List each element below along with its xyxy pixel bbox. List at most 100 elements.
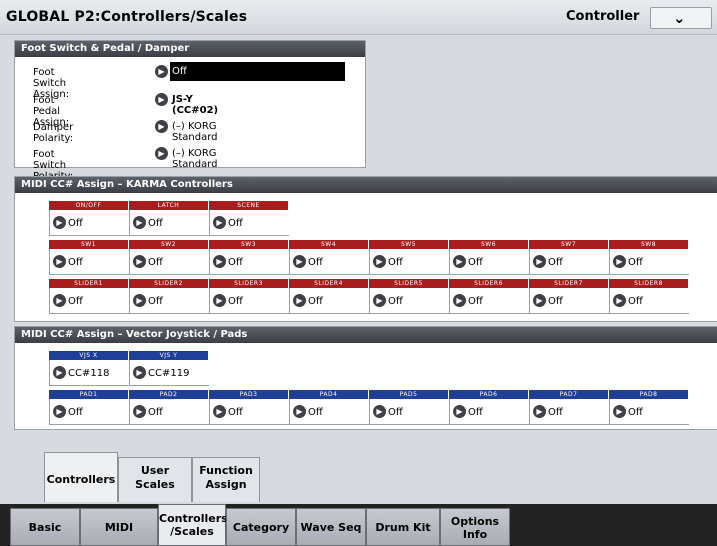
assign-cell[interactable]: ▶ Off <box>369 399 449 425</box>
popup-arrow-icon[interactable]: ▶ <box>373 405 386 418</box>
assign-cell[interactable]: ▶ Off <box>609 249 689 275</box>
assign-cell[interactable]: ▶ Off <box>129 210 209 236</box>
assign-cell[interactable]: ▶ Off <box>209 249 289 275</box>
assign-cell[interactable]: ▶ Off <box>529 288 609 314</box>
assign-value: Off <box>468 407 483 418</box>
popup-arrow-icon[interactable]: ▶ <box>53 366 66 379</box>
popup-arrow-icon[interactable]: ▶ <box>213 216 226 229</box>
assign-cell[interactable]: ▶ Off <box>129 399 209 425</box>
assign-cell[interactable]: ▶ Off <box>609 288 689 314</box>
popup-arrow-icon[interactable]: ▶ <box>133 294 146 307</box>
column-header: PAD6 <box>449 390 528 399</box>
column-header: SW5 <box>369 240 448 249</box>
foot-switch-polarity-value[interactable]: (–) KORG Standard <box>172 148 218 170</box>
assign-cell[interactable]: ▶ Off <box>129 249 209 275</box>
subtab-user-scales[interactable]: User Scales <box>118 457 192 502</box>
assign-cell[interactable]: ▶ CC#119 <box>129 360 209 386</box>
assign-value: Off <box>148 218 163 229</box>
popup-arrow-icon[interactable]: ▶ <box>293 255 306 268</box>
popup-arrow-icon[interactable]: ▶ <box>133 405 146 418</box>
assign-cell[interactable]: ▶ Off <box>449 288 529 314</box>
assign-cell[interactable]: ▶ Off <box>129 288 209 314</box>
column-header: PAD4 <box>289 390 368 399</box>
foot-switch-assign-value[interactable]: Off <box>170 62 345 81</box>
assign-cell[interactable]: ▶ Off <box>529 399 609 425</box>
column-header: VJS X <box>49 351 128 360</box>
popup-arrow-icon[interactable]: ▶ <box>53 216 66 229</box>
assign-value: Off <box>548 407 563 418</box>
popup-arrow-icon[interactable]: ▶ <box>133 366 146 379</box>
assign-cell[interactable]: ▶ Off <box>369 249 449 275</box>
page-menu-button[interactable]: ⌄ <box>650 7 712 29</box>
popup-arrow-icon[interactable]: ▶ <box>533 405 546 418</box>
popup-arrow-icon[interactable]: ▶ <box>613 294 626 307</box>
popup-arrow-icon[interactable]: ▶ <box>155 93 168 106</box>
assign-cell[interactable]: ▶ Off <box>289 288 369 314</box>
tab-category[interactable]: Category <box>226 508 296 546</box>
assign-value: Off <box>468 296 483 307</box>
tab-basic[interactable]: Basic <box>10 508 80 546</box>
column-header: SLIDER5 <box>369 279 448 288</box>
popup-arrow-icon[interactable]: ▶ <box>155 120 168 133</box>
assign-value: Off <box>308 296 323 307</box>
foot-pedal-assign-value[interactable]: JS-Y (CC#02) <box>172 94 218 116</box>
column-header: SW7 <box>529 240 608 249</box>
popup-arrow-icon[interactable]: ▶ <box>293 405 306 418</box>
assign-cell[interactable]: ▶ Off <box>529 249 609 275</box>
popup-arrow-icon[interactable]: ▶ <box>133 255 146 268</box>
popup-arrow-icon[interactable]: ▶ <box>213 294 226 307</box>
karma-heading: MIDI CC# Assign – KARMA Controllers <box>15 177 717 193</box>
subtab-function-assign[interactable]: Function Assign <box>192 457 260 502</box>
assign-cell[interactable]: ▶ Off <box>209 288 289 314</box>
popup-arrow-icon[interactable]: ▶ <box>53 255 66 268</box>
popup-arrow-icon[interactable]: ▶ <box>133 216 146 229</box>
tab-wave-seq[interactable]: Wave Seq <box>296 508 366 546</box>
assign-cell[interactable]: ▶ Off <box>49 288 129 314</box>
column-header: SCENE <box>209 201 288 210</box>
popup-arrow-icon[interactable]: ▶ <box>373 255 386 268</box>
popup-arrow-icon[interactable]: ▶ <box>533 294 546 307</box>
popup-arrow-icon[interactable]: ▶ <box>373 294 386 307</box>
assign-cell[interactable]: ▶ Off <box>369 288 449 314</box>
assign-cell[interactable]: ▶ Off <box>49 249 129 275</box>
assign-cell[interactable]: ▶ Off <box>49 210 129 236</box>
column-header: SLIDER4 <box>289 279 368 288</box>
column-header: PAD7 <box>529 390 608 399</box>
page-tab-bar: Basic MIDI Controllers /Scales Category … <box>0 504 717 546</box>
assign-cell[interactable]: ▶ Off <box>209 210 289 236</box>
tab-midi[interactable]: MIDI <box>80 508 158 546</box>
popup-arrow-icon[interactable]: ▶ <box>613 255 626 268</box>
popup-arrow-icon[interactable]: ▶ <box>293 294 306 307</box>
assign-cell[interactable]: ▶ CC#118 <box>49 360 129 386</box>
popup-arrow-icon[interactable]: ▶ <box>53 294 66 307</box>
assign-value: Off <box>548 257 563 268</box>
assign-cell[interactable]: ▶ Off <box>289 399 369 425</box>
popup-arrow-icon[interactable]: ▶ <box>533 255 546 268</box>
popup-arrow-icon[interactable]: ▶ <box>213 405 226 418</box>
column-header: SLIDER7 <box>529 279 608 288</box>
assign-cell[interactable]: ▶ Off <box>449 399 529 425</box>
popup-arrow-icon[interactable]: ▶ <box>613 405 626 418</box>
popup-arrow-icon[interactable]: ▶ <box>453 294 466 307</box>
page-title: GLOBAL P2:Controllers/Scales <box>6 9 248 25</box>
assign-cell[interactable]: ▶ Off <box>609 399 689 425</box>
assign-value: Off <box>228 218 243 229</box>
assign-cell[interactable]: ▶ Off <box>289 249 369 275</box>
popup-arrow-icon[interactable]: ▶ <box>453 255 466 268</box>
assign-cell[interactable]: ▶ Off <box>209 399 289 425</box>
tab-options-info[interactable]: Options Info <box>440 508 510 546</box>
popup-arrow-icon[interactable]: ▶ <box>155 65 168 78</box>
assign-value: Off <box>308 407 323 418</box>
tab-controllers-scales[interactable]: Controllers /Scales <box>158 504 228 546</box>
popup-arrow-icon[interactable]: ▶ <box>53 405 66 418</box>
assign-cell[interactable]: ▶ Off <box>49 399 129 425</box>
damper-polarity-value[interactable]: (–) KORG Standard <box>172 121 218 143</box>
assign-cell[interactable]: ▶ Off <box>449 249 529 275</box>
tab-drum-kit[interactable]: Drum Kit <box>366 508 440 546</box>
column-header: SW8 <box>609 240 688 249</box>
popup-arrow-icon[interactable]: ▶ <box>453 405 466 418</box>
popup-arrow-icon[interactable]: ▶ <box>213 255 226 268</box>
column-header: SLIDER1 <box>49 279 128 288</box>
subtab-controllers[interactable]: Controllers <box>44 452 118 502</box>
popup-arrow-icon[interactable]: ▶ <box>155 147 168 160</box>
